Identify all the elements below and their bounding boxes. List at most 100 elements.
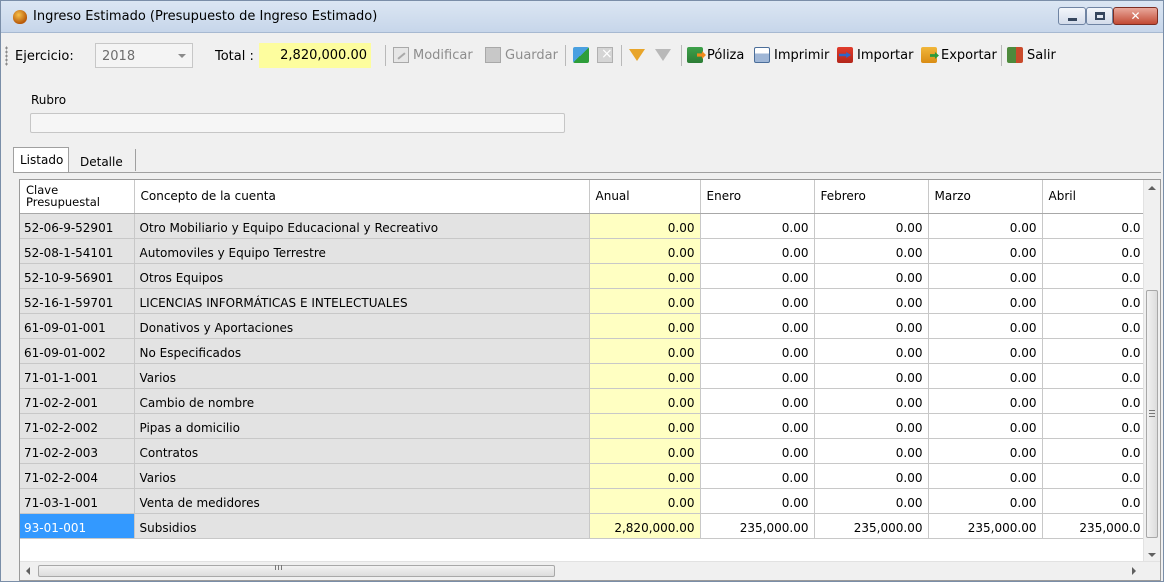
cell-marzo[interactable]: 0.00 [928,363,1043,389]
cell-concepto[interactable]: Otros Equipos [134,263,590,289]
column-header-febrero[interactable]: Febrero [814,180,929,214]
cell-anual[interactable]: 0.00 [589,313,701,339]
table-row[interactable]: 71-02-2-003 Contratos 0.00 0.00 0.00 0.00 0.0 [20,438,1147,464]
cell-marzo[interactable]: 0.00 [928,463,1043,489]
cell-enero[interactable]: 0.00 [700,263,815,289]
cell-anual[interactable]: 0.00 [589,388,701,414]
cell-concepto[interactable]: No Especificados [134,338,590,364]
scroll-down-icon[interactable] [1148,553,1156,557]
cell-enero[interactable]: 0.00 [700,488,815,514]
cell-abril[interactable]: 0.0 [1042,363,1147,389]
cell-anual[interactable]: 0.00 [589,488,701,514]
cell-marzo[interactable]: 0.00 [928,288,1043,314]
scroll-right-icon[interactable] [1132,567,1136,575]
column-header-anual[interactable]: Anual [589,180,701,214]
cell-clave[interactable]: 71-02-2-002 [20,413,135,439]
cell-clave[interactable]: 71-01-1-001 [20,363,135,389]
refresh-button[interactable] [573,43,593,67]
table-row[interactable]: 71-02-2-001 Cambio de nombre 0.00 0.00 0.00 0… [20,388,1147,414]
column-header-abril[interactable]: Abril [1042,180,1147,214]
vertical-scrollbar[interactable] [1143,180,1160,563]
cell-febrero[interactable]: 0.00 [814,213,929,239]
cell-anual[interactable]: 0.00 [589,238,701,264]
table-row[interactable]: 71-01-1-001 Varios 0.00 0.00 0.00 0.00 0.0 [20,363,1147,389]
cell-marzo[interactable]: 0.00 [928,388,1043,414]
cell-marzo[interactable]: 0.00 [928,413,1043,439]
cell-anual[interactable]: 0.00 [589,288,701,314]
cell-abril[interactable]: 0.0 [1042,263,1147,289]
cell-marzo[interactable]: 235,000.00 [928,513,1043,539]
cell-febrero[interactable]: 0.00 [814,388,929,414]
table-row[interactable]: 52-10-9-56901 Otros Equipos 0.00 0.00 0.00 0.… [20,263,1147,289]
cell-enero[interactable]: 0.00 [700,313,815,339]
cell-abril[interactable]: 0.0 [1042,388,1147,414]
cell-enero[interactable]: 0.00 [700,438,815,464]
cell-clave[interactable]: 61-09-01-002 [20,338,135,364]
cell-marzo[interactable]: 0.00 [928,488,1043,514]
poliza-button[interactable]: Póliza [687,43,744,67]
salir-button[interactable]: Salir [1007,43,1056,67]
cell-febrero[interactable]: 0.00 [814,363,929,389]
table-row[interactable]: 71-02-2-004 Varios 0.00 0.00 0.00 0.00 0.0 [20,463,1147,489]
cell-abril[interactable]: 0.0 [1042,463,1147,489]
cell-anual[interactable]: 0.00 [589,438,701,464]
cell-concepto[interactable]: Donativos y Aportaciones [134,313,590,339]
cell-febrero[interactable]: 0.00 [814,313,929,339]
cell-abril[interactable]: 0.0 [1042,338,1147,364]
cell-abril[interactable]: 0.0 [1042,488,1147,514]
cell-concepto[interactable]: Contratos [134,438,590,464]
horizontal-scroll-thumb[interactable] [38,565,555,577]
cell-concepto[interactable]: Varios [134,363,590,389]
table-row[interactable]: 52-08-1-54101 Automoviles y Equipo Terres… [20,238,1147,264]
cell-concepto[interactable]: Cambio de nombre [134,388,590,414]
cell-marzo[interactable]: 0.00 [928,213,1043,239]
cell-anual[interactable]: 0.00 [589,263,701,289]
title-bar[interactable]: Ingreso Estimado (Presupuesto de Ingreso… [1,1,1163,33]
cell-clave[interactable]: 61-09-01-001 [20,313,135,339]
column-header-enero[interactable]: Enero [700,180,815,214]
cell-clave[interactable]: 52-08-1-54101 [20,238,135,264]
cell-enero[interactable]: 0.00 [700,288,815,314]
cell-marzo[interactable]: 0.00 [928,263,1043,289]
cell-clave[interactable]: 71-02-2-001 [20,388,135,414]
cell-enero[interactable]: 0.00 [700,388,815,414]
cell-febrero[interactable]: 0.00 [814,438,929,464]
cell-febrero[interactable]: 0.00 [814,338,929,364]
exportar-button[interactable]: Exportar [921,43,997,67]
cell-febrero[interactable]: 0.00 [814,413,929,439]
cell-abril[interactable]: 0.0 [1042,288,1147,314]
minimize-button[interactable] [1058,7,1086,25]
tab-detalle[interactable]: Detalle [73,149,135,172]
cell-febrero[interactable]: 0.00 [814,488,929,514]
cell-marzo[interactable]: 0.00 [928,313,1043,339]
cell-clave[interactable]: 52-16-1-59701 [20,288,135,314]
table-row[interactable]: 52-16-1-59701 LICENCIAS INFORMÁTICAS E IN… [20,288,1147,314]
cell-concepto[interactable]: Subsidios [134,513,590,539]
cell-anual[interactable]: 0.00 [589,363,701,389]
cell-anual[interactable]: 0.00 [589,338,701,364]
cell-abril[interactable]: 235,000.0 [1042,513,1147,539]
cell-febrero[interactable]: 0.00 [814,288,929,314]
guardar-button[interactable]: Guardar [485,43,558,67]
cell-enero[interactable]: 0.00 [700,363,815,389]
cell-enero[interactable]: 0.00 [700,413,815,439]
cell-concepto[interactable]: Venta de medidores [134,488,590,514]
cell-clave[interactable]: 71-02-2-003 [20,438,135,464]
cell-clave[interactable]: 71-03-1-001 [20,488,135,514]
cell-enero[interactable]: 0.00 [700,213,815,239]
scroll-up-icon[interactable] [1148,186,1156,190]
budget-grid[interactable]: Clave Presupuestal Concepto de la cuenta… [19,179,1161,581]
modificar-button[interactable]: Modificar [393,43,473,67]
column-header-concepto[interactable]: Concepto de la cuenta [134,180,590,214]
cancel-button[interactable] [597,43,617,67]
cell-clave[interactable]: 52-06-9-52901 [20,213,135,239]
cell-marzo[interactable]: 0.00 [928,438,1043,464]
tab-listado[interactable]: Listado [13,147,69,173]
importar-button[interactable]: Importar [837,43,913,67]
cell-enero[interactable]: 235,000.00 [700,513,815,539]
rubro-field[interactable] [30,113,565,133]
table-row[interactable]: 93-01-001 Subsidios 2,820,000.00 235,000.00… [20,513,1147,539]
cell-anual[interactable]: 0.00 [589,463,701,489]
maximize-button[interactable] [1086,7,1113,25]
cell-febrero[interactable]: 235,000.00 [814,513,929,539]
